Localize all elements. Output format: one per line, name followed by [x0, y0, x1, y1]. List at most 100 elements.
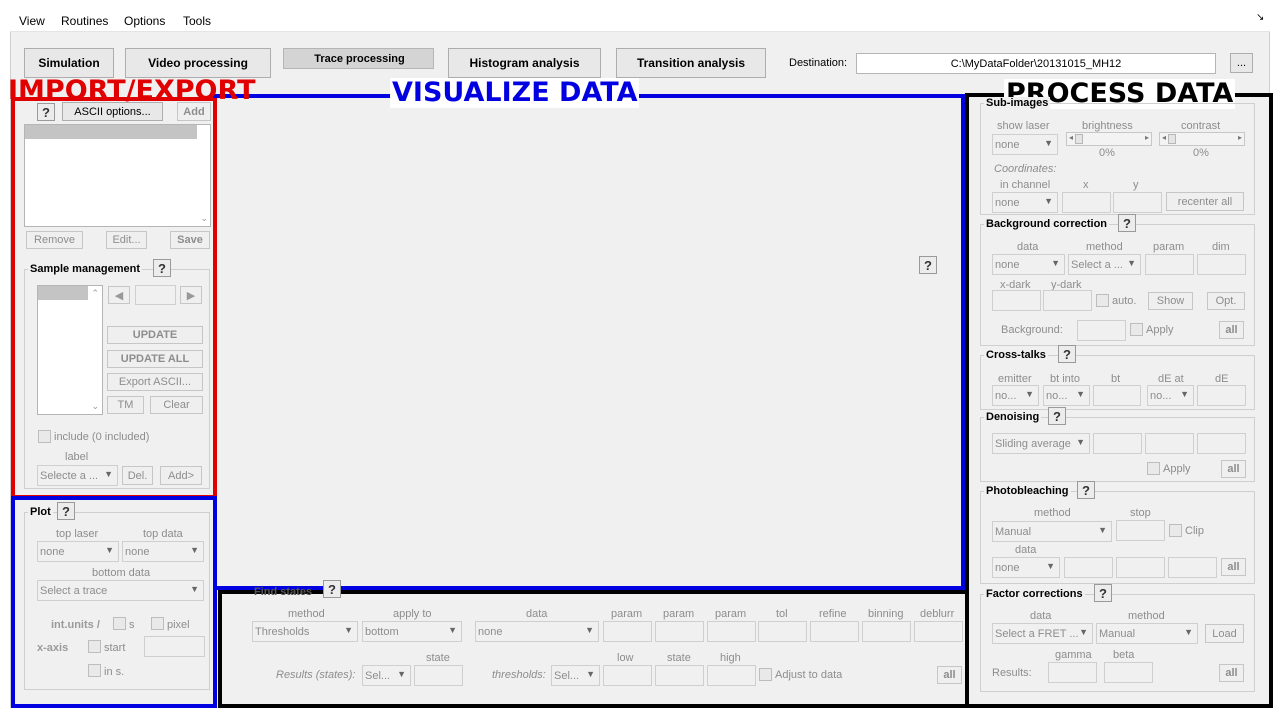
clear-button[interactable]: Clear	[150, 396, 203, 414]
fs-param2-field[interactable]	[655, 621, 704, 642]
list-scroll-down-icon[interactable]: ⌄	[200, 213, 208, 224]
fs-low-field[interactable]	[603, 665, 652, 686]
menu-view[interactable]: View	[19, 14, 45, 28]
destination-field[interactable]: C:\MyDataFolder\20131015_MH12	[856, 53, 1216, 74]
tab-simulation[interactable]: Simulation	[24, 48, 114, 78]
bottom-data-select[interactable]: Select a trace ▼	[37, 580, 204, 601]
import-help-icon[interactable]: ?	[37, 103, 55, 121]
fs-results-state-field[interactable]	[414, 665, 463, 686]
factor-load-button[interactable]: Load	[1205, 624, 1244, 643]
in-channel-select[interactable]: none ▼	[992, 192, 1058, 213]
pb-data-select[interactable]: none ▼	[992, 557, 1060, 578]
coord-x-field[interactable]	[1062, 192, 1111, 213]
auto-checkbox[interactable]	[1096, 294, 1109, 307]
units-s-checkbox[interactable]	[113, 617, 126, 630]
update-button[interactable]: UPDATE	[107, 326, 203, 344]
menu-dock-icon[interactable]: ↘	[1256, 12, 1264, 23]
tab-transition-analysis[interactable]: Transition analysis	[616, 48, 766, 78]
fs-data-select[interactable]: none ▼	[475, 621, 599, 642]
y-dark-field[interactable]	[1043, 290, 1092, 311]
denoising-all-button[interactable]: all	[1221, 460, 1246, 478]
chevron-right-icon[interactable]: ▸	[1145, 133, 1149, 142]
denoising-method-select[interactable]: Sliding average ▼	[992, 433, 1090, 454]
menu-routines[interactable]: Routines	[61, 14, 108, 28]
save-button[interactable]: Save	[170, 231, 210, 249]
units-pixel-checkbox[interactable]	[151, 617, 164, 630]
update-all-button[interactable]: UPDATE ALL	[107, 350, 203, 368]
crosstalk-help-icon[interactable]: ?	[1058, 345, 1076, 363]
bg-param-field[interactable]	[1145, 254, 1194, 275]
contrast-slider[interactable]: ◂ ▸	[1159, 132, 1245, 146]
pb-all-button[interactable]: all	[1221, 558, 1246, 576]
bg-opt-button[interactable]: Opt.	[1207, 292, 1245, 310]
menu-tools[interactable]: Tools	[183, 14, 211, 28]
brightness-slider[interactable]: ◂ ▸	[1066, 132, 1152, 146]
denoising-apply-checkbox[interactable]	[1147, 462, 1160, 475]
bg-method-select[interactable]: Select a ... ▼	[1068, 254, 1141, 275]
fs-all-button[interactable]: all	[937, 666, 962, 684]
add-label-button[interactable]: Add>	[160, 466, 202, 485]
in-s-checkbox[interactable]	[88, 664, 101, 677]
browse-button[interactable]: ...	[1230, 53, 1253, 73]
pb-stop-field[interactable]	[1116, 520, 1165, 541]
pb-method-select[interactable]: Manual ▼	[992, 521, 1112, 542]
fs-method-select[interactable]: Thresholds ▼	[252, 621, 358, 642]
brightness-thumb[interactable]	[1075, 134, 1083, 144]
fs-tol-field[interactable]	[758, 621, 807, 642]
factor-data-select[interactable]: Select a FRET ... ▼	[992, 623, 1093, 644]
fs-param3-field[interactable]	[707, 621, 756, 642]
de-at-select[interactable]: no... ▼	[1147, 385, 1194, 406]
visualize-help-icon[interactable]: ?	[919, 256, 937, 274]
bg-dim-field[interactable]	[1197, 254, 1246, 275]
sample-scroll-up-icon[interactable]: ⌃	[91, 288, 99, 299]
fs-param1-field[interactable]	[603, 621, 652, 642]
fs-refine-field[interactable]	[810, 621, 859, 642]
show-laser-select[interactable]: none ▼	[992, 134, 1058, 155]
sample-help-icon[interactable]: ?	[153, 259, 171, 277]
bt-field[interactable]	[1093, 385, 1141, 406]
add-file-button[interactable]: Add	[177, 102, 211, 121]
ascii-options-button[interactable]: ASCII options...	[62, 102, 163, 121]
tab-trace-processing[interactable]: Trace processing	[283, 48, 434, 69]
fs-state-field[interactable]	[655, 665, 704, 686]
plot-help-icon[interactable]: ?	[57, 502, 75, 520]
top-laser-select[interactable]: none ▼	[37, 541, 119, 562]
recenter-all-button[interactable]: recenter all	[1166, 192, 1244, 211]
coord-y-field[interactable]	[1113, 192, 1162, 213]
pb-param1-field[interactable]	[1064, 557, 1113, 578]
emitter-select[interactable]: no... ▼	[992, 385, 1039, 406]
background-help-icon[interactable]: ?	[1118, 214, 1136, 232]
sample-list[interactable]: ⌃ ⌄	[37, 285, 103, 415]
x-dark-field[interactable]	[992, 290, 1041, 311]
beta-field[interactable]	[1104, 662, 1153, 683]
include-checkbox[interactable]	[38, 430, 51, 443]
molecule-index-field[interactable]	[135, 285, 176, 305]
next-molecule-icon[interactable]: ▶	[180, 286, 202, 304]
factor-help-icon[interactable]: ?	[1094, 584, 1112, 602]
de-field[interactable]	[1197, 385, 1246, 406]
factor-all-button[interactable]: all	[1219, 664, 1244, 682]
top-data-select[interactable]: none ▼	[122, 541, 204, 562]
factor-method-select[interactable]: Manual ▼	[1096, 623, 1198, 644]
contrast-thumb[interactable]	[1168, 134, 1176, 144]
denoising-param2-field[interactable]	[1145, 433, 1194, 454]
label-select[interactable]: Selecte a ... ▼	[37, 465, 118, 486]
tm-button[interactable]: TM	[107, 396, 144, 414]
clip-checkbox[interactable]	[1169, 524, 1182, 537]
bt-into-select[interactable]: no... ▼	[1043, 385, 1090, 406]
denoising-param3-field[interactable]	[1197, 433, 1246, 454]
edit-button[interactable]: Edit...	[106, 231, 147, 249]
sample-list-selected-row[interactable]	[38, 286, 88, 300]
export-ascii-button[interactable]: Export ASCII...	[107, 373, 203, 391]
x-start-checkbox[interactable]	[88, 640, 101, 653]
fs-results-select[interactable]: Sel... ▼	[362, 665, 411, 686]
gamma-field[interactable]	[1048, 662, 1097, 683]
remove-button[interactable]: Remove	[26, 231, 83, 249]
fs-apply-select[interactable]: bottom ▼	[362, 621, 462, 642]
fs-thresholds-select[interactable]: Sel... ▼	[551, 665, 600, 686]
prev-molecule-icon[interactable]: ◀	[108, 286, 130, 304]
bg-apply-checkbox[interactable]	[1130, 323, 1143, 336]
photobleaching-help-icon[interactable]: ?	[1077, 481, 1095, 499]
sample-scroll-down-icon[interactable]: ⌄	[91, 401, 99, 412]
chevron-right-icon[interactable]: ▸	[1238, 133, 1242, 142]
